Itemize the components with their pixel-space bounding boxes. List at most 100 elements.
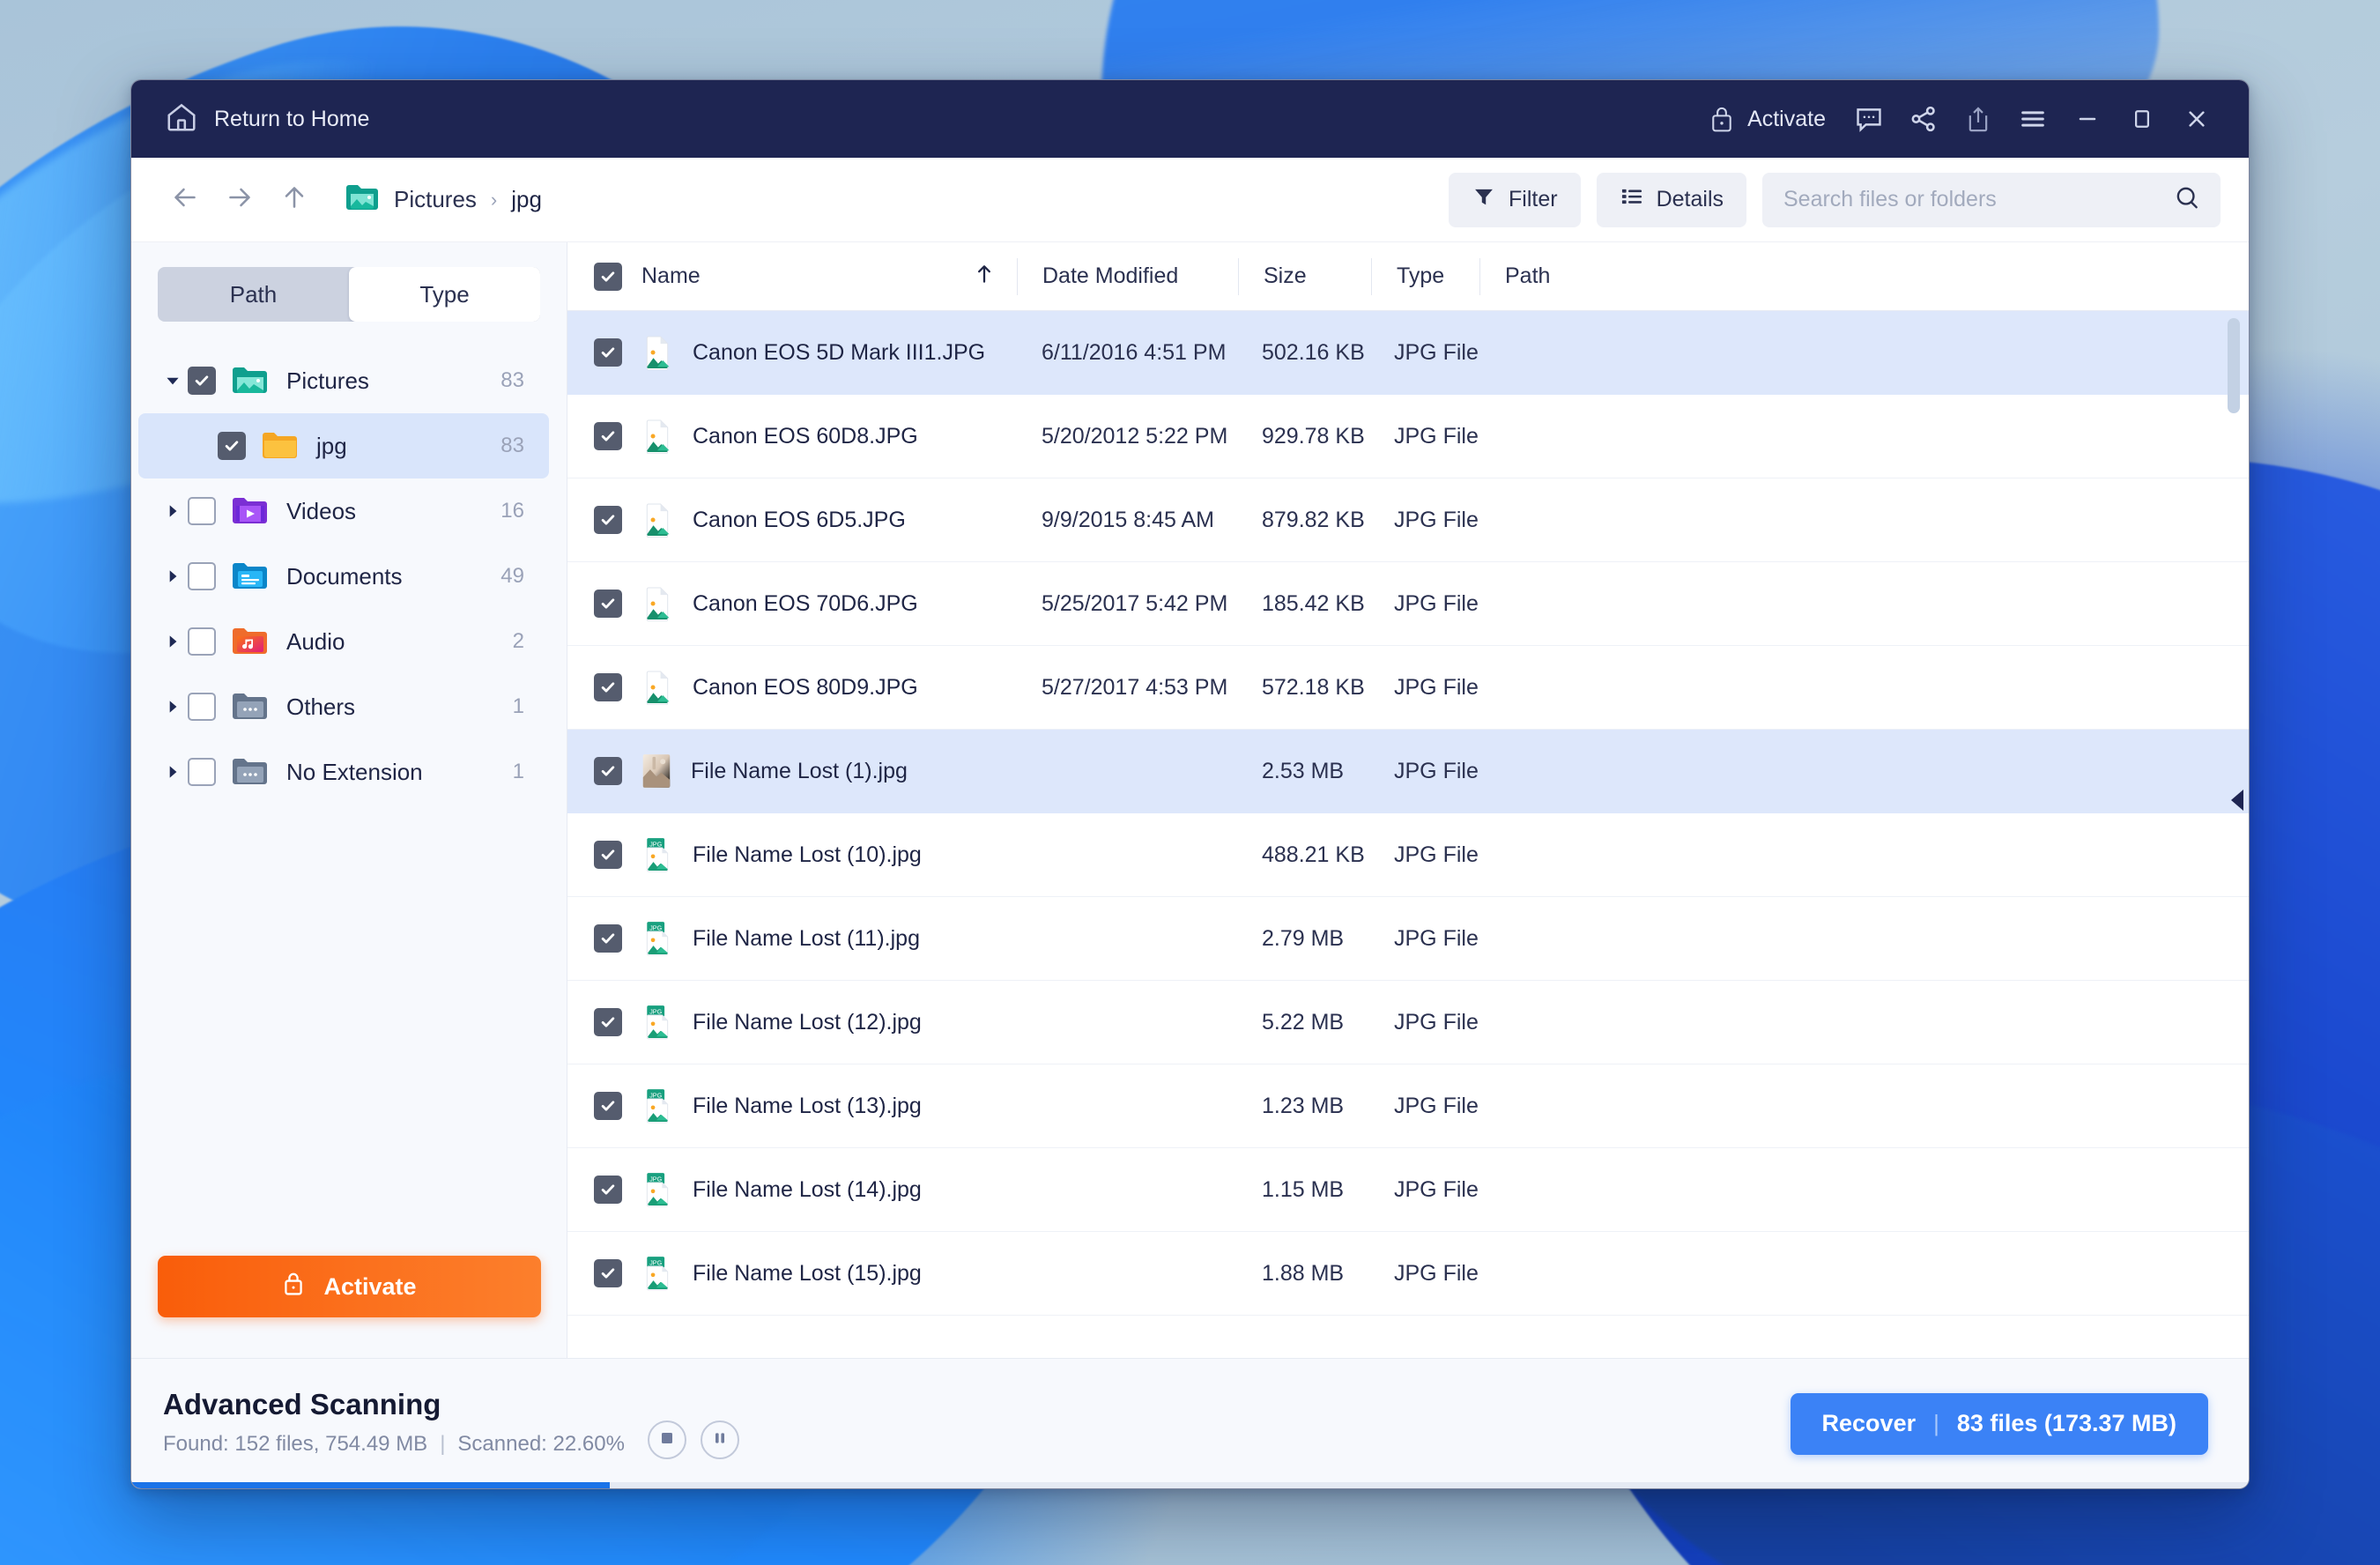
tree-item-pictures[interactable]: Pictures83 — [138, 348, 549, 413]
expand-arrow-icon[interactable] — [158, 501, 188, 521]
tree-checkbox[interactable] — [188, 627, 216, 656]
header-type[interactable]: Type — [1372, 252, 1479, 301]
file-type-cell: JPG File — [1369, 842, 1477, 868]
return-to-home-button[interactable]: Return to Home — [158, 95, 376, 144]
row-checkbox[interactable] — [594, 1008, 622, 1036]
tree-checkbox[interactable] — [188, 758, 216, 786]
segment-path[interactable]: Path — [158, 267, 349, 322]
sort-ascending-icon[interactable] — [973, 261, 996, 292]
row-checkbox[interactable] — [594, 673, 622, 701]
details-list-icon — [1620, 184, 1644, 215]
row-checkbox[interactable] — [594, 841, 622, 869]
search-box[interactable] — [1762, 173, 2221, 227]
scrollbar-thumb[interactable] — [2228, 318, 2240, 413]
segment-type[interactable]: Type — [349, 267, 540, 322]
forward-button[interactable] — [212, 173, 267, 227]
collapse-arrow-icon[interactable] — [158, 371, 188, 390]
tree-checkbox[interactable] — [188, 367, 216, 395]
table-row[interactable]: Canon EOS 70D6.JPG5/25/2017 5:42 PM185.4… — [567, 562, 2249, 646]
table-row[interactable]: JPGFile Name Lost (11).jpg2.79 MBJPG Fil… — [567, 897, 2249, 981]
tree-checkbox[interactable] — [188, 497, 216, 525]
expand-arrow-icon[interactable] — [158, 567, 188, 586]
table-row[interactable]: Canon EOS 80D9.JPG5/27/2017 4:53 PM572.1… — [567, 646, 2249, 730]
tree-checkbox[interactable] — [218, 432, 246, 460]
search-icon[interactable] — [2173, 183, 2201, 216]
select-all-checkbox[interactable] — [594, 263, 622, 291]
tree-item-others[interactable]: Others1 — [138, 674, 549, 739]
image-file-icon — [641, 502, 673, 538]
svg-text:JPG: JPG — [649, 924, 662, 932]
tree-checkbox[interactable] — [188, 693, 216, 721]
share-button[interactable] — [1896, 94, 1951, 144]
table-row[interactable]: Canon EOS 60D8.JPG5/20/2012 5:22 PM929.7… — [567, 395, 2249, 478]
others-folder-icon — [232, 692, 269, 722]
recover-button[interactable]: Recover | 83 files (173.37 MB) — [1791, 1393, 2208, 1455]
file-name-cell: Canon EOS 5D Mark III1.JPG — [594, 335, 1017, 370]
feedback-icon — [1854, 104, 1884, 134]
status-divider: | — [440, 1432, 445, 1457]
filter-label: Filter — [1509, 187, 1558, 212]
table-row[interactable]: File Name Lost (1).jpg2.53 MBJPG File — [567, 730, 2249, 813]
tree-item-audio[interactable]: Audio2 — [138, 609, 549, 674]
file-name-label: Canon EOS 80D9.JPG — [693, 675, 918, 701]
file-size-cell: 1.15 MB — [1237, 1177, 1369, 1203]
details-button[interactable]: Details — [1597, 173, 1746, 227]
row-checkbox[interactable] — [594, 924, 622, 953]
tree-checkbox[interactable] — [188, 562, 216, 590]
scan-progress-fill — [131, 1482, 610, 1488]
preview-panel-toggle[interactable] — [2224, 780, 2250, 820]
table-row[interactable]: Canon EOS 5D Mark III1.JPG6/11/2016 4:51… — [567, 311, 2249, 395]
expand-arrow-icon[interactable] — [158, 697, 188, 716]
search-input[interactable] — [1783, 187, 2173, 212]
file-name-label: Canon EOS 6D5.JPG — [693, 508, 906, 533]
header-name[interactable]: Name — [641, 252, 701, 301]
breadcrumb-root[interactable]: Pictures — [394, 186, 477, 213]
hamburger-menu-button[interactable] — [2006, 94, 2060, 144]
header-path[interactable]: Path — [1480, 252, 1657, 301]
scan-progress-bar — [131, 1482, 2249, 1488]
row-checkbox[interactable] — [594, 1176, 622, 1204]
activate-titlebar-button[interactable]: Activate — [1700, 94, 1842, 144]
table-row[interactable]: JPGFile Name Lost (10).jpg488.21 KBJPG F… — [567, 813, 2249, 897]
file-list-panel: Name Date Modified Size Type Path Can — [567, 242, 2249, 1358]
tree-item-no-extension[interactable]: No Extension1 — [138, 739, 549, 805]
pause-scan-button[interactable] — [701, 1420, 739, 1459]
table-row[interactable]: JPGFile Name Lost (14).jpg1.15 MBJPG Fil… — [567, 1148, 2249, 1232]
header-date-modified[interactable]: Date Modified — [1018, 252, 1238, 301]
table-row[interactable]: JPGFile Name Lost (15).jpg1.88 MBJPG Fil… — [567, 1232, 2249, 1316]
tree-item-videos[interactable]: Videos16 — [138, 478, 549, 544]
recover-separator: | — [1933, 1410, 1939, 1437]
table-row[interactable]: JPGFile Name Lost (12).jpg5.22 MBJPG Fil… — [567, 981, 2249, 1064]
expand-arrow-icon[interactable] — [158, 632, 188, 651]
row-checkbox[interactable] — [594, 338, 622, 367]
toolbar-actions: Filter Details — [1449, 173, 2221, 227]
table-row[interactable]: JPGFile Name Lost (13).jpg1.23 MBJPG Fil… — [567, 1064, 2249, 1148]
found-label: Found: 152 files, 754.49 MB — [163, 1432, 427, 1457]
row-checkbox[interactable] — [594, 422, 622, 450]
tree-item-documents[interactable]: Documents49 — [138, 544, 549, 609]
activate-button[interactable]: Activate — [158, 1256, 541, 1317]
breadcrumb-current[interactable]: jpg — [511, 186, 542, 213]
up-button[interactable] — [267, 173, 322, 227]
maximize-button[interactable] — [2115, 94, 2169, 144]
row-checkbox[interactable] — [594, 590, 622, 618]
back-button[interactable] — [158, 173, 212, 227]
row-checkbox[interactable] — [594, 506, 622, 534]
minimize-button[interactable] — [2060, 94, 2115, 144]
breadcrumb: Pictures › jpg — [345, 182, 542, 217]
tree-item-jpg[interactable]: jpg83 — [138, 413, 549, 478]
file-name-cell: Canon EOS 70D6.JPG — [594, 586, 1017, 621]
upload-button[interactable] — [1951, 94, 2006, 144]
row-checkbox[interactable] — [594, 1259, 622, 1287]
close-button[interactable] — [2169, 94, 2224, 144]
table-row[interactable]: Canon EOS 6D5.JPG9/9/2015 8:45 AM879.82 … — [567, 478, 2249, 562]
row-checkbox[interactable] — [594, 757, 622, 785]
feedback-button[interactable] — [1842, 94, 1896, 144]
expand-arrow-icon[interactable] — [158, 762, 188, 782]
row-checkbox[interactable] — [594, 1092, 622, 1120]
home-icon — [165, 100, 198, 138]
stop-scan-button[interactable] — [648, 1420, 686, 1459]
header-size[interactable]: Size — [1239, 252, 1371, 301]
videos-folder-icon — [232, 496, 269, 526]
filter-button[interactable]: Filter — [1449, 173, 1581, 227]
